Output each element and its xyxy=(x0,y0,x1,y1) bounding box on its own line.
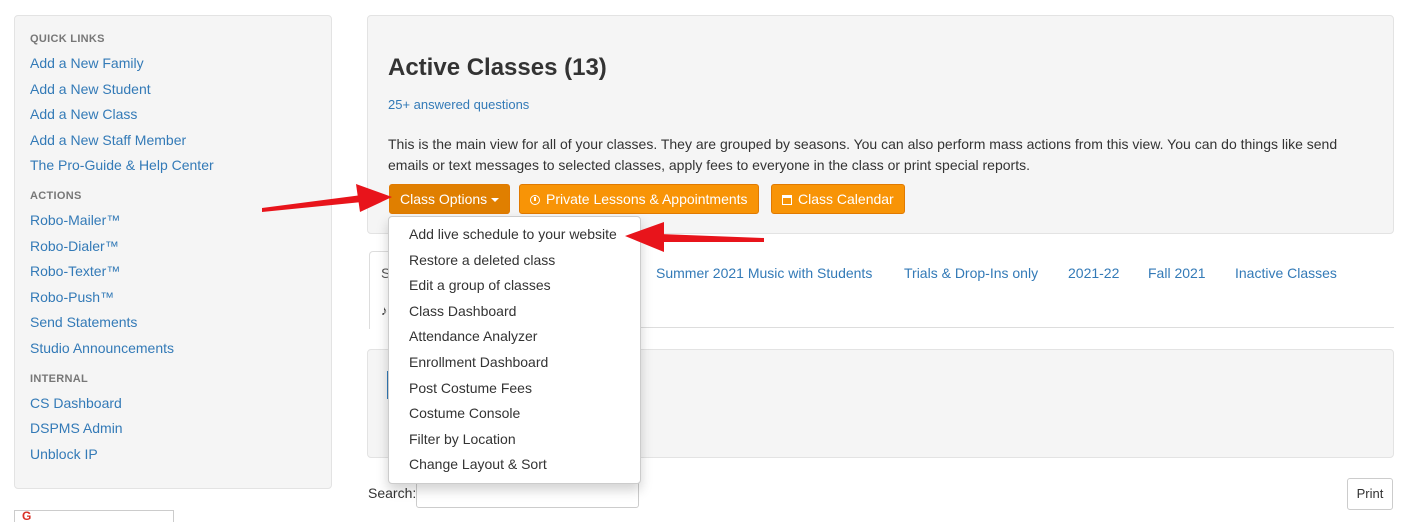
private-lessons-label: Private Lessons & Appointments xyxy=(546,191,748,207)
menu-item-filter-location[interactable]: Filter by Location xyxy=(389,427,640,453)
caret-down-icon xyxy=(491,198,500,203)
add-staff-link[interactable]: Add a New Staff Member xyxy=(30,130,316,156)
tab-fall-2021[interactable]: Fall 2021 xyxy=(1148,265,1206,281)
robo-mailer-link[interactable]: Robo-Mailer™ xyxy=(30,210,316,236)
internal-heading: INTERNAL xyxy=(30,372,89,385)
page-description: This is the main view for all of your cl… xyxy=(388,136,1338,173)
tab-trials-drop-ins[interactable]: Trials & Drop-Ins only xyxy=(904,265,1038,281)
menu-item-edit-group-classes[interactable]: Edit a group of classes xyxy=(389,273,640,299)
menu-item-class-dashboard[interactable]: Class Dashboard xyxy=(389,299,640,325)
arrow-shaft-2 xyxy=(660,234,764,242)
language-selector[interactable] xyxy=(14,510,174,522)
menu-item-restore-deleted-class[interactable]: Restore a deleted class xyxy=(389,248,640,274)
add-class-link[interactable]: Add a New Class xyxy=(30,104,316,130)
dspms-admin-link[interactable]: DSPMS Admin xyxy=(30,418,316,444)
studio-announcements-link[interactable]: Studio Announcements xyxy=(30,338,316,364)
menu-item-post-costume-fees[interactable]: Post Costume Fees xyxy=(389,376,640,402)
tab-inactive-classes[interactable]: Inactive Classes xyxy=(1235,265,1337,281)
internal-group: INTERNAL CS Dashboard DSPMS Admin Unbloc… xyxy=(30,373,316,470)
pro-guide-link[interactable]: The Pro-Guide & Help Center xyxy=(30,155,316,181)
add-family-link[interactable]: Add a New Family xyxy=(30,53,316,79)
robo-dialer-link[interactable]: Robo-Dialer™ xyxy=(30,236,316,262)
print-button[interactable]: Print xyxy=(1347,478,1393,510)
class-options-button[interactable]: Class Options xyxy=(389,184,511,214)
calendar-icon xyxy=(782,195,792,205)
quick-links-group: QUICK LINKS Add a New Family Add a New S… xyxy=(30,33,316,181)
add-student-link[interactable]: Add a New Student xyxy=(30,79,316,105)
unblock-ip-link[interactable]: Unblock IP xyxy=(30,444,316,470)
quick-links-heading: QUICK LINKS xyxy=(30,33,105,45)
tab-summer-2021-music[interactable]: Summer 2021 Music with Students xyxy=(656,265,872,281)
class-options-dropdown: Add live schedule to your website Restor… xyxy=(388,216,641,484)
page-title: Active Classes (13) xyxy=(388,54,607,81)
clock-icon xyxy=(530,195,540,205)
tab-2021-22[interactable]: 2021-22 xyxy=(1068,265,1119,281)
actions-heading: ACTIONS xyxy=(30,189,82,202)
class-calendar-button[interactable]: Class Calendar xyxy=(771,184,905,214)
cs-dashboard-link[interactable]: CS Dashboard xyxy=(30,393,316,419)
private-lessons-button[interactable]: Private Lessons & Appointments xyxy=(519,184,759,214)
robo-push-link[interactable]: Robo-Push™ xyxy=(30,287,316,313)
actions-group: ACTIONS Robo-Mailer™ Robo-Dialer™ Robo-T… xyxy=(30,190,316,364)
menu-item-change-layout-sort[interactable]: Change Layout & Sort xyxy=(389,452,640,478)
class-options-label: Class Options xyxy=(400,191,488,207)
menu-item-costume-console[interactable]: Costume Console xyxy=(389,401,640,427)
send-statements-link[interactable]: Send Statements xyxy=(30,312,316,338)
google-translate-icon: G xyxy=(22,509,32,523)
menu-item-attendance-analyzer[interactable]: Attendance Analyzer xyxy=(389,324,640,350)
answered-questions-link[interactable]: 25+ answered questions xyxy=(388,97,529,112)
sidebar: QUICK LINKS Add a New Family Add a New S… xyxy=(14,15,332,489)
classes-header-panel: Active Classes (13) 25+ answered questio… xyxy=(367,15,1394,234)
robo-texter-link[interactable]: Robo-Texter™ xyxy=(30,261,316,287)
search-label: Search: xyxy=(368,485,417,501)
menu-item-add-live-schedule[interactable]: Add live schedule to your website xyxy=(389,222,640,248)
music-note-icon: ♪ xyxy=(381,303,388,318)
menu-item-enrollment-dashboard[interactable]: Enrollment Dashboard xyxy=(389,350,640,376)
class-calendar-label: Class Calendar xyxy=(798,191,894,207)
